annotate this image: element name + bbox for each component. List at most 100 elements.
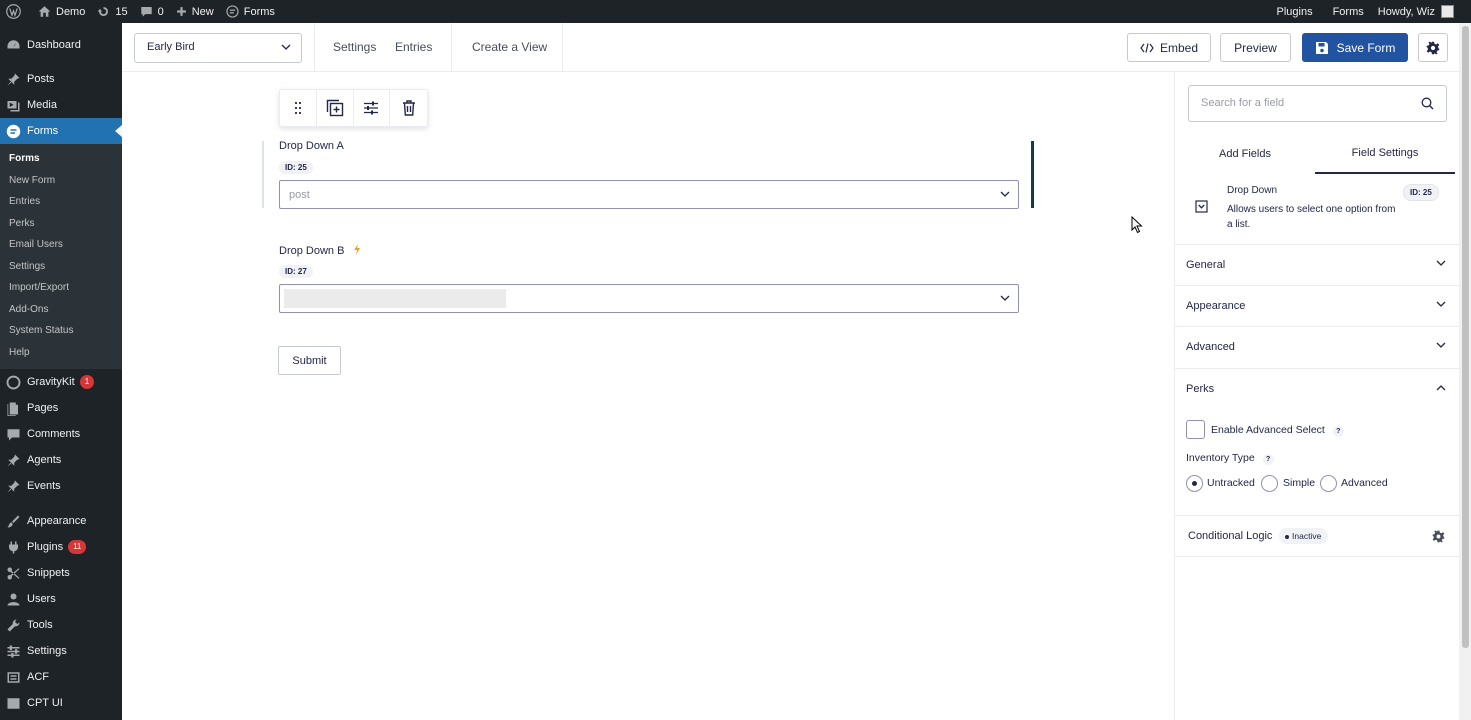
menu-forms[interactable]: Forms <box>0 118 122 144</box>
submenu-entries[interactable]: Entries <box>0 191 122 213</box>
embed-button[interactable]: Embed <box>1127 33 1211 62</box>
section-perks[interactable]: Perks <box>1175 368 1460 409</box>
section-perks-label: Perks <box>1186 383 1215 395</box>
updates-link[interactable]: 15 <box>91 0 133 23</box>
chevron-down-icon <box>1436 301 1446 307</box>
user-icon <box>7 593 20 605</box>
updates-count: 15 <box>115 5 128 18</box>
menu-posts-label: Posts <box>27 73 55 85</box>
field-settings-button[interactable] <box>354 90 391 126</box>
menu-pages[interactable]: Pages <box>0 395 122 421</box>
section-general[interactable]: General <box>1175 244 1460 285</box>
page-scrollbar[interactable] <box>1459 23 1471 720</box>
scrollbar-thumb[interactable] <box>1462 26 1469 648</box>
radio-untracked[interactable] <box>1186 475 1203 492</box>
submenu-settings[interactable]: Settings <box>0 256 122 278</box>
comments-icon <box>7 428 20 440</box>
chevron-down-icon <box>1000 191 1010 197</box>
avatar <box>1441 5 1454 18</box>
menu-dashboard[interactable]: Dashboard <box>0 32 122 58</box>
duplicate-field-button[interactable] <box>317 90 354 126</box>
comments-link[interactable]: 0 <box>134 0 170 23</box>
help-icon[interactable]: ? <box>1262 454 1274 465</box>
entries-link[interactable]: Entries <box>395 40 432 54</box>
submenu-forms[interactable]: Forms <box>0 148 122 170</box>
gravitykit-icon <box>6 375 21 389</box>
submenu-new-form[interactable]: New Form <box>0 170 122 192</box>
radio-simple[interactable] <box>1261 475 1278 492</box>
enable-advanced-select-checkbox[interactable] <box>1186 420 1205 439</box>
tab-field-settings[interactable]: Field Settings <box>1315 134 1455 174</box>
menu-acf[interactable]: ACF <box>0 664 122 690</box>
field-action-toolbar <box>279 89 428 127</box>
conditional-logic-status: Inactive <box>1279 528 1329 544</box>
menu-snippets[interactable]: Snippets <box>0 560 122 586</box>
field-search-input[interactable]: Search for a field <box>1188 85 1447 122</box>
menu-tools-label: Tools <box>27 619 53 631</box>
menu-appearance[interactable]: Appearance <box>0 508 122 534</box>
tab-add-fields[interactable]: Add Fields <box>1175 134 1315 174</box>
menu-cpt-ui[interactable]: CPT UI <box>0 690 122 716</box>
field-a-label: Drop Down A <box>279 140 344 152</box>
field-a-select[interactable]: post <box>279 180 1019 209</box>
embed-label: Embed <box>1159 40 1199 55</box>
radio-advanced[interactable] <box>1320 475 1337 492</box>
admin-sidebar: Dashboard Posts Media Forms Forms New Fo… <box>0 23 122 720</box>
conditional-logic-row[interactable]: Conditional Logic Inactive <box>1175 515 1460 557</box>
comments-count: 0 <box>157 5 164 18</box>
menu-events[interactable]: Events <box>0 473 122 499</box>
menu-cpt-ui-label: CPT UI <box>27 697 63 709</box>
site-name: Demo <box>56 5 86 18</box>
chevron-down-icon <box>281 44 291 50</box>
help-icon[interactable]: ? <box>1332 426 1344 437</box>
gear-icon[interactable] <box>1432 530 1445 543</box>
create-view-link[interactable]: Create a View <box>472 40 547 54</box>
editor-settings-button[interactable] <box>1418 33 1448 62</box>
menu-posts[interactable]: Posts <box>0 66 122 92</box>
menu-comments[interactable]: Comments <box>0 421 122 447</box>
menu-users[interactable]: Users <box>0 586 122 612</box>
menu-agents[interactable]: Agents <box>0 447 122 473</box>
preview-button[interactable]: Preview <box>1220 33 1291 62</box>
new-content-link[interactable]: New <box>170 0 220 23</box>
acf-icon <box>7 671 20 683</box>
conditional-logic-label: Conditional Logic <box>1188 530 1273 542</box>
menu-snippets-label: Snippets <box>27 567 70 579</box>
gear-icon <box>1426 41 1440 54</box>
submenu-email-users[interactable]: Email Users <box>0 234 122 256</box>
drag-handle[interactable] <box>280 90 317 126</box>
forms-link[interactable]: Forms <box>220 0 281 23</box>
adminbar-forms-link[interactable]: Forms <box>1327 0 1372 23</box>
adminbar-plugins-link[interactable]: Plugins <box>1271 0 1327 23</box>
submit-button[interactable]: Submit <box>278 346 341 375</box>
wp-logo-icon[interactable] <box>0 0 32 23</box>
field-search-placeholder: Search for a field <box>1201 97 1285 109</box>
section-advanced[interactable]: Advanced <box>1175 326 1460 367</box>
menu-tools[interactable]: Tools <box>0 612 122 638</box>
menu-settings[interactable]: Settings <box>0 638 122 664</box>
field-id-badge: ID: 25 <box>1403 184 1439 201</box>
form-switcher[interactable]: Early Bird <box>134 33 302 63</box>
settings-link[interactable]: Settings <box>333 40 376 54</box>
chevron-down-icon <box>1436 260 1446 266</box>
toolbar-divider <box>314 23 315 72</box>
save-form-button[interactable]: Save Form <box>1302 33 1408 62</box>
section-appearance[interactable]: Appearance <box>1175 285 1460 326</box>
submenu-import-export[interactable]: Import/Export <box>0 277 122 299</box>
pin-icon <box>7 480 20 492</box>
field-b-select[interactable] <box>279 284 1019 313</box>
submenu-help[interactable]: Help <box>0 342 122 364</box>
field-a-id-badge: ID: 25 <box>279 161 313 174</box>
forms-label: Forms <box>243 5 275 18</box>
form-editor-toolbar: Early Bird Settings Entries Create a Vie… <box>122 23 1471 72</box>
submenu-system-status[interactable]: System Status <box>0 320 122 342</box>
submenu-add-ons[interactable]: Add-Ons <box>0 299 122 321</box>
site-name-link[interactable]: Demo <box>32 0 91 23</box>
menu-gravitykit[interactable]: GravityKit 1 <box>0 369 122 395</box>
submenu-perks[interactable]: Perks <box>0 213 122 235</box>
menu-plugins[interactable]: Plugins 11 <box>0 534 122 560</box>
my-account-link[interactable]: Howdy, Wiz <box>1372 0 1471 23</box>
delete-field-button[interactable] <box>390 90 427 126</box>
menu-media[interactable]: Media <box>0 92 122 118</box>
sliders-icon <box>364 101 379 115</box>
